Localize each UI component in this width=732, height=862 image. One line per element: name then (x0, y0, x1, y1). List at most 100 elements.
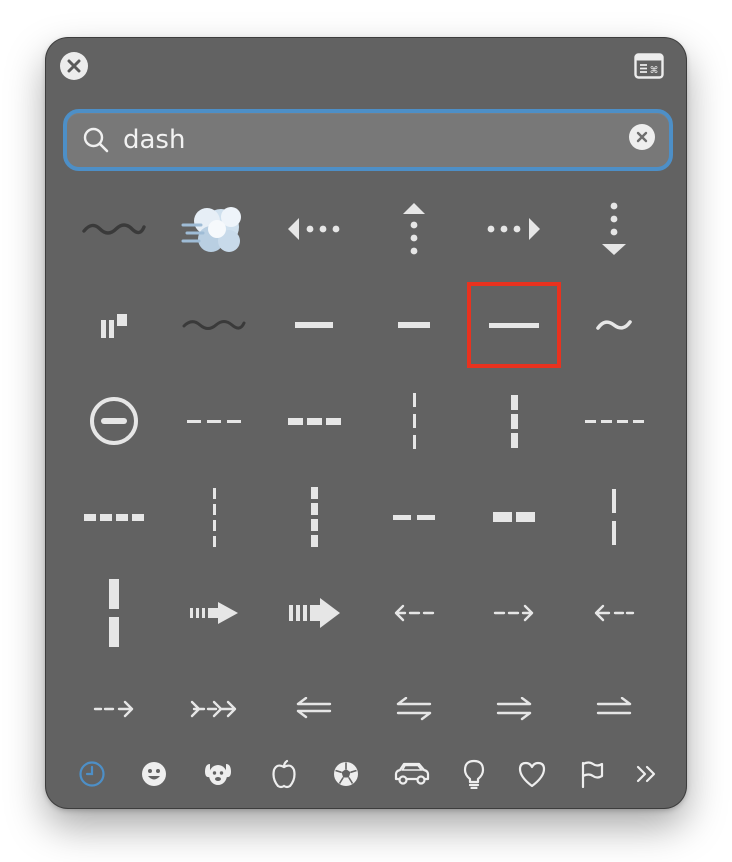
heavy-triple-dash-vertical-glyph (510, 394, 518, 448)
close-icon (67, 59, 81, 73)
wavy-dash-text-glyph (182, 316, 246, 334)
light-quadruple-dash-vertical-glyph (212, 487, 216, 547)
light-triple-dash-vertical-glyph (412, 393, 416, 449)
dash-bars-glyph (99, 310, 129, 340)
emoji-cell-downwards-arrow-dots[interactable] (566, 183, 662, 275)
right-harpoons-over-dash-glyph (494, 697, 534, 721)
rightwards-dashed-arrow-glyph (493, 603, 535, 623)
emoji-cell-right-harpoon-over-dash[interactable] (566, 663, 662, 753)
left-harpoons-over-dash-glyph (294, 697, 334, 721)
dashing-away-glyph (181, 199, 247, 259)
tab-objects[interactable] (452, 754, 496, 798)
emoji-cell-rightwards-double-dash-arrow[interactable] (66, 663, 162, 753)
left-harpoon-right-harpoon-dash-glyph (394, 697, 434, 721)
emoji-cell-heavy-dashed-triangle-headed-arrow[interactable] (266, 567, 362, 659)
emoji-cell-swung-dash[interactable] (566, 279, 662, 371)
dashed-triangle-headed-arrow-glyph (188, 600, 240, 626)
emoji-cell-light-quadruple-dash-horizontal[interactable] (566, 375, 662, 467)
tab-symbols[interactable] (510, 754, 554, 798)
emoji-cell-wavy-dash-text[interactable] (166, 279, 262, 371)
tab-flags[interactable] (570, 754, 614, 798)
emoji-picker-panel: ⌘ (46, 38, 686, 808)
car-icon (393, 761, 431, 791)
emoji-cell-leftwards-arrow-dots[interactable] (266, 183, 362, 275)
emoji-cell-light-double-dash-horizontal[interactable] (366, 471, 462, 563)
heavy-quadruple-dash-horizontal-glyph (84, 513, 144, 521)
emoji-cell-heavy-double-dash-vertical[interactable] (66, 567, 162, 659)
wavy-dash-glyph (82, 219, 146, 239)
emoji-cell-dashing-away[interactable] (166, 183, 262, 275)
light-quadruple-dash-horizontal-glyph (584, 419, 644, 423)
tab-animals-nature[interactable] (196, 754, 240, 798)
emoji-cell-light-triple-dash-horizontal[interactable] (166, 375, 262, 467)
emoji-cell-circled-dash[interactable] (66, 375, 162, 467)
heavy-quadruple-dash-vertical-glyph (310, 487, 318, 547)
en-dash-glyph (398, 322, 430, 328)
svg-text:⌘: ⌘ (650, 66, 659, 76)
search-input[interactable] (123, 122, 603, 158)
emoji-cell-heavy-triple-dash-horizontal[interactable] (266, 375, 362, 467)
tab-activity[interactable] (324, 754, 368, 798)
emoji-results-grid (66, 183, 666, 753)
emoji-cell-dashed-triangle-headed-arrow[interactable] (166, 567, 262, 659)
emoji-cell-rightwards-dashed-arrow[interactable] (466, 567, 562, 659)
clear-search-button[interactable] (629, 124, 655, 150)
emoji-cell-rightwards-arrow-dots[interactable] (466, 183, 562, 275)
emoji-cell-rightwards-tail-double-arrow[interactable] (166, 663, 262, 753)
lightbulb-icon (462, 759, 486, 793)
leftwards-arrow-dots-glyph (286, 216, 342, 242)
tab-smileys-people[interactable] (132, 754, 176, 798)
heavy-dashed-triangle-headed-arrow-glyph (287, 597, 341, 629)
emoji-cell-wavy-dash[interactable] (66, 183, 162, 275)
emoji-cell-light-quadruple-dash-vertical[interactable] (166, 471, 262, 563)
swung-dash-glyph (596, 317, 632, 333)
right-harpoon-over-dash-glyph (594, 697, 634, 721)
tab-frequently-used[interactable] (70, 754, 114, 798)
close-button[interactable] (60, 52, 88, 80)
emoji-cell-light-triple-dash-vertical[interactable] (366, 375, 462, 467)
apple-icon (270, 759, 298, 793)
character-viewer-icon: ⌘ (634, 53, 664, 79)
emoji-cell-leftwards-dashed-arrow[interactable] (366, 567, 462, 659)
clear-icon (636, 131, 648, 143)
rightwards-double-dash-arrow-glyph (93, 699, 135, 719)
leftwards-dashed-arrow-glyph (393, 603, 435, 623)
heavy-double-dash-vertical-glyph (109, 579, 119, 647)
tab-food-drink[interactable] (262, 754, 306, 798)
soccer-ball-icon (332, 760, 360, 792)
dog-icon (203, 760, 233, 792)
emoji-cell-dash-bars[interactable] (66, 279, 162, 371)
tab-more[interactable] (624, 754, 668, 798)
emoji-cell-light-double-dash-vertical[interactable] (566, 471, 662, 563)
emoji-cell-left-harpoons-over-dash[interactable] (266, 663, 362, 753)
search-icon (83, 127, 109, 153)
emoji-cell-horizontal-bar[interactable] (466, 279, 562, 371)
emoji-cell-heavy-quadruple-dash-vertical[interactable] (266, 471, 362, 563)
leftwards-double-dash-arrow-glyph (593, 603, 635, 623)
heavy-triple-dash-horizontal-glyph (287, 417, 341, 425)
downwards-arrow-dots-glyph (600, 201, 628, 257)
emoji-cell-right-harpoons-over-dash[interactable] (466, 663, 562, 753)
emoji-cell-heavy-double-dash-horizontal[interactable] (466, 471, 562, 563)
emoji-cell-upwards-arrow-dots[interactable] (366, 183, 462, 275)
emoji-cell-heavy-triple-dash-vertical[interactable] (466, 375, 562, 467)
category-tab-bar (46, 750, 686, 808)
tab-travel-places[interactable] (390, 754, 434, 798)
upwards-arrow-dots-glyph (401, 201, 427, 257)
heavy-double-dash-horizontal-glyph (493, 512, 535, 522)
light-triple-dash-horizontal-glyph (187, 419, 241, 423)
light-double-dash-vertical-glyph (612, 489, 616, 545)
emoji-cell-left-harpoon-right-harpoon-dash[interactable] (366, 663, 462, 753)
search-field[interactable] (63, 109, 673, 171)
horizontal-bar-glyph (489, 322, 539, 328)
rightwards-arrow-dots-glyph (486, 216, 542, 242)
emoji-cell-leftwards-double-dash-arrow[interactable] (566, 567, 662, 659)
smiley-icon (140, 760, 168, 792)
character-viewer-button[interactable]: ⌘ (634, 53, 664, 79)
circled-dash-glyph (88, 395, 140, 447)
light-double-dash-horizontal-glyph (393, 514, 435, 520)
emoji-cell-em-dash[interactable] (266, 279, 362, 371)
emoji-cell-en-dash[interactable] (366, 279, 462, 371)
heart-icon (517, 760, 547, 792)
emoji-cell-heavy-quadruple-dash-horizontal[interactable] (66, 471, 162, 563)
